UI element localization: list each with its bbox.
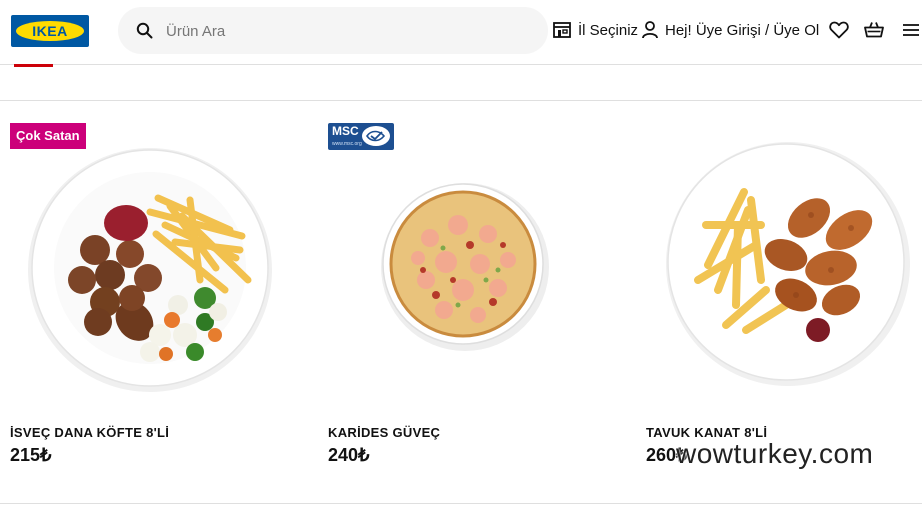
user-login[interactable]: Hej! Üye Girişi / Üye Ol [641,18,819,42]
logo-oval: IKEA [16,21,84,41]
search-icon[interactable] [136,22,153,39]
product-image-meatballs[interactable] [0,130,290,402]
ikea-logo[interactable]: IKEA [11,15,89,47]
section-divider [0,100,922,101]
user-label: Hej! Üye Girişi / Üye Ol [665,21,820,39]
product-card[interactable]: MSC www.msc.org KARİDES GÜVEÇ 240₺ [318,112,608,492]
product-card[interactable]: Çok Satan İSVEÇ DANA KÖFTE 8'Lİ 215₺ [0,112,290,492]
search-bar[interactable] [118,7,548,56]
product-name[interactable]: KARİDES GÜVEÇ [328,425,440,440]
store-icon [553,22,571,38]
product-image-chicken-wings[interactable] [636,130,922,402]
product-name[interactable]: İSVEÇ DANA KÖFTE 8'Lİ [10,425,169,440]
menu-icon[interactable] [900,19,922,41]
header-divider [0,64,922,65]
user-icon [642,21,658,39]
product-price: 240₺ [328,445,370,465]
logo-text: IKEA [32,23,68,39]
product-image-shrimp-casserole[interactable] [318,130,608,402]
watermark-text: wowturkey.com [676,438,874,469]
store-selector[interactable]: İl Seçiniz [552,18,638,42]
site-header: IKEA İl Seçiniz Hej! Üye Girişi / Üye Ol [0,0,922,64]
heart-icon[interactable] [828,19,850,41]
store-label: İl Seçiniz [578,21,639,39]
product-card[interactable]: TAVUK KANAT 8'Lİ 260₺ [636,112,922,492]
active-tab-indicator [14,64,53,67]
search-input[interactable] [164,7,528,56]
product-price: 215₺ [10,445,52,465]
basket-icon[interactable] [863,19,885,41]
bottom-divider [0,503,922,504]
